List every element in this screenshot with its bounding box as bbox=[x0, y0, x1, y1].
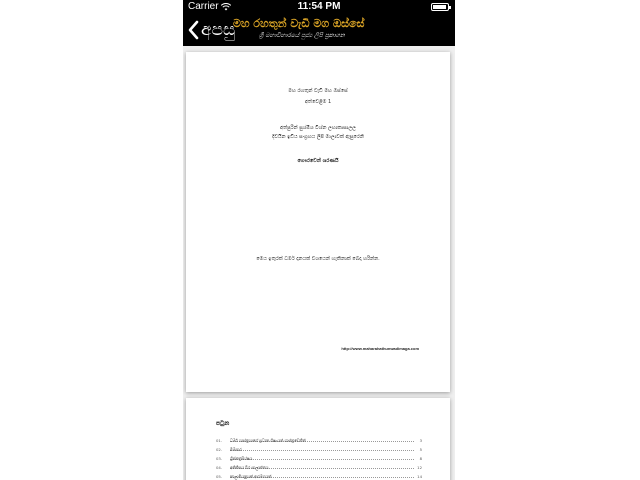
toc-number: 04. bbox=[216, 465, 223, 470]
toc-page-number: 3 bbox=[419, 438, 422, 443]
toc-page-number: 5 bbox=[419, 447, 422, 452]
document-page-1[interactable]: මහ රහතුන් වැඩි මහ ඔස්සේ අත්වෙළිම 1 අත්පු… bbox=[186, 52, 450, 392]
toc-number: 01. bbox=[216, 438, 223, 443]
dedication-line: ගෞරවෙන් ශරණයි bbox=[297, 158, 339, 164]
status-time: 11:54 PM bbox=[297, 1, 341, 12]
distribution-note: මෙය ඉතුරක් ධර්ම දානයක් වශයෙන් හැකිනාක් බ… bbox=[256, 256, 380, 262]
toc-row[interactable]: 04. අනිතීසය වීර සාලාත්තය 12 bbox=[216, 465, 422, 471]
toc-row[interactable]: 01. ධර්ම ශාස්ත්‍රයාගේ ප්‍රධාන ශිෂ්‍යයන් … bbox=[216, 438, 422, 444]
volume-label: අත්වෙළිම 1 bbox=[304, 99, 332, 105]
toc-number: 05. bbox=[216, 474, 223, 479]
toc-entry-title: අනිතීසය වීර සාලාත්තය bbox=[230, 465, 269, 470]
toc-page-number: 14 bbox=[417, 474, 422, 479]
author-line: අත්පුරින් සුශ්මිශ විශ්න ලහාකාසාලල bbox=[280, 125, 356, 131]
nav-subtitle: ශ්‍රී මහාවිහාරයේ පුජ්‍ය ලිපි ප්‍රකාශන bbox=[259, 32, 345, 39]
toc-row[interactable]: 02. බිම්සාර 5 bbox=[216, 447, 422, 453]
toc-entry-title: ධර්ම ශාස්ත්‍රයාගේ ප්‍රධාන ශිෂ්‍යයන් ශාස්… bbox=[230, 438, 306, 443]
chevron-left-icon bbox=[188, 20, 199, 40]
source-line: දිවයින ඉඩිය සංග්‍රහය ලිපි මාලාවක් ඇසුරෙන… bbox=[272, 134, 364, 140]
toc-entry-title: කාලාමියනුයක් ආරම්භයක් bbox=[230, 474, 272, 479]
toc-page-number: 8 bbox=[419, 456, 422, 461]
book-title: මහ රහතුන් වැඩි මහ ඔස්සේ bbox=[288, 88, 348, 94]
toc-title: පටුන bbox=[216, 420, 230, 427]
app-screen: Carrier 11:54 PM අපසු මහ රහතුන් වැඩි මග … bbox=[183, 0, 455, 480]
navigation-bar: අපසු මහ රහතුන් වැඩි මග ඔස්සේ ශ්‍රී මහාවි… bbox=[183, 14, 455, 46]
toc-number: 02. bbox=[216, 447, 223, 452]
back-button[interactable]: අපසු bbox=[187, 18, 235, 42]
battery-icon bbox=[431, 3, 451, 11]
toc-entry-title: ශ්‍රීජනත්‍රසිය්ෂය bbox=[230, 456, 253, 461]
battery-fill bbox=[433, 5, 446, 9]
nav-title: මහ රහතුන් වැඩි මග ඔස්සේ bbox=[233, 17, 365, 30]
website-url[interactable]: http://www.maharahathunwadimaga.com bbox=[341, 346, 419, 351]
toc-entry-title: බිම්සාර bbox=[230, 447, 242, 452]
toc-row[interactable]: 03. ශ්‍රීජනත්‍රසිය්ෂය 8 bbox=[216, 456, 422, 462]
toc-page-number: 12 bbox=[417, 465, 422, 470]
toc-number: 03. bbox=[216, 456, 223, 461]
document-page-2[interactable]: පටුන 01. ධර්ම ශාස්ත්‍රයාගේ ප්‍රධාන ශිෂ්‍… bbox=[186, 398, 450, 480]
toc-row[interactable]: 05. කාලාමියනුයක් ආරම්භයක් 14 bbox=[216, 474, 422, 480]
back-button-label: අපසු bbox=[201, 20, 236, 40]
status-bar: Carrier 11:54 PM bbox=[183, 0, 455, 14]
